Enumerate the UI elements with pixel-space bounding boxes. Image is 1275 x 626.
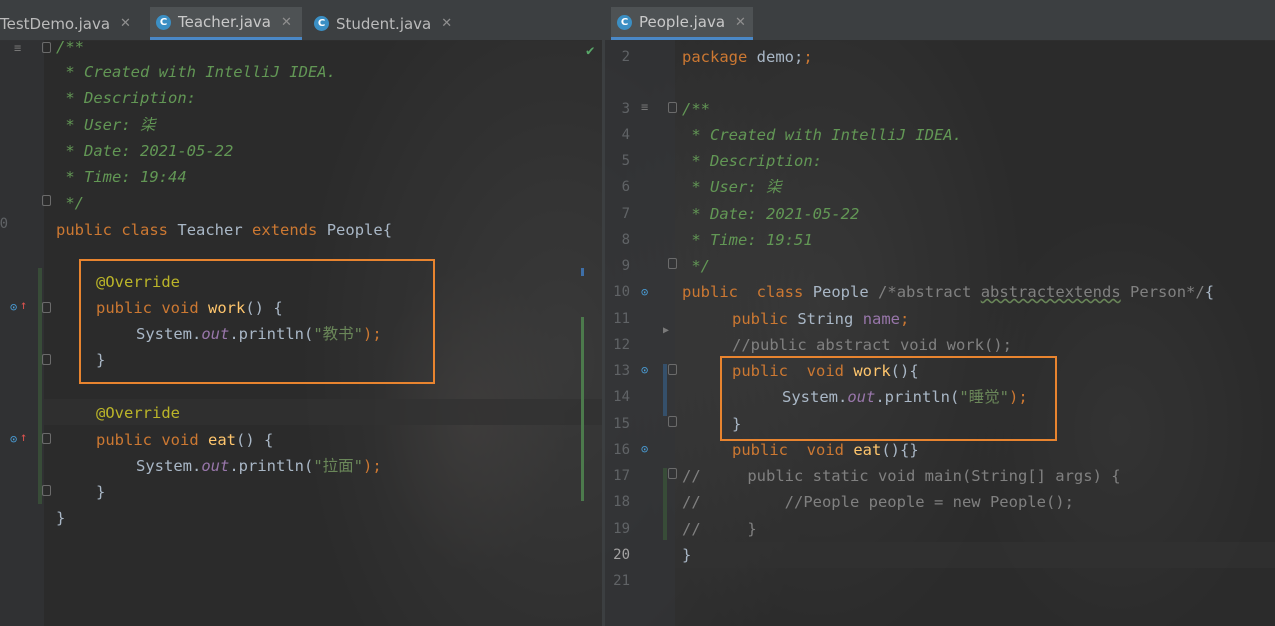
tab-people[interactable]: C People.java ✕ bbox=[611, 7, 753, 40]
change-marker bbox=[663, 364, 667, 416]
scrollbar-change-marker bbox=[581, 317, 584, 501]
doc-fold-icon[interactable]: ≡ bbox=[14, 41, 21, 55]
class-file-icon: C bbox=[617, 14, 632, 30]
fold-marker[interactable] bbox=[668, 468, 677, 479]
line-number: 13 bbox=[613, 363, 630, 379]
code-line: * Date: 2021-05-22 bbox=[682, 205, 860, 223]
line-number: 7 bbox=[621, 206, 630, 222]
highlight-box-work-method bbox=[720, 356, 1057, 441]
code-line-field: public String name; bbox=[732, 310, 910, 328]
line-number: 2 bbox=[621, 49, 630, 65]
code-line: * Created with IntelliJ IDEA. bbox=[682, 126, 962, 144]
caret-line-highlight bbox=[675, 542, 1275, 568]
change-marker bbox=[663, 468, 667, 540]
override-method-icon[interactable]: ⊙ bbox=[10, 300, 17, 314]
overridden-method-icon[interactable]: ⊙ bbox=[641, 363, 648, 377]
fold-marker[interactable] bbox=[668, 102, 677, 113]
fold-marker[interactable] bbox=[42, 485, 51, 496]
code-line: } bbox=[96, 483, 106, 501]
right-tab-bar: C People.java ✕ bbox=[605, 0, 1275, 41]
arrow-up-icon: ↑ bbox=[20, 298, 28, 312]
code-line: } bbox=[56, 509, 66, 527]
close-icon[interactable]: ✕ bbox=[441, 16, 452, 31]
code-line-package: package demo;; bbox=[682, 48, 813, 66]
tab-student[interactable]: C Student.java ✕ bbox=[308, 7, 458, 40]
close-icon[interactable]: ✕ bbox=[120, 16, 131, 31]
code-line: * Created with IntelliJ IDEA. bbox=[56, 63, 336, 81]
code-line: */ bbox=[56, 194, 84, 212]
line-number: 0 bbox=[0, 216, 8, 232]
code-line: } bbox=[682, 546, 692, 564]
line-number: 17 bbox=[613, 468, 630, 484]
implemented-icon[interactable]: ⊙ bbox=[641, 285, 648, 299]
line-number: 16 bbox=[613, 442, 630, 458]
line-number: 8 bbox=[621, 232, 630, 248]
doc-fold-icon[interactable]: ≡ bbox=[641, 100, 648, 114]
class-file-icon: C bbox=[156, 14, 171, 30]
close-icon[interactable]: ✕ bbox=[735, 15, 746, 30]
code-line: System.out.println("拉面"); bbox=[136, 457, 382, 475]
line-number: 18 bbox=[613, 494, 630, 510]
code-line: * Time: 19:51 bbox=[682, 231, 813, 249]
line-number: 6 bbox=[621, 179, 630, 195]
line-number: 4 bbox=[621, 127, 630, 143]
left-tab-bar: TestDemo.java ✕ C Teacher.java ✕ C Stude… bbox=[0, 0, 602, 41]
fold-marker[interactable] bbox=[668, 416, 677, 427]
line-number: 12 bbox=[613, 337, 630, 353]
line-number: 14 bbox=[613, 389, 630, 405]
tab-label: People.java bbox=[639, 13, 726, 31]
highlight-box-work-method bbox=[79, 259, 435, 384]
fold-marker[interactable] bbox=[42, 354, 51, 365]
code-line: * User: 柒 bbox=[56, 116, 156, 134]
line-number: 3 bbox=[621, 101, 630, 117]
fold-marker[interactable] bbox=[42, 302, 51, 313]
right-editor-pane: C People.java ✕ 2 3 4 5 6 7 8 9 10 11 12… bbox=[605, 0, 1275, 626]
overridden-method-icon[interactable]: ⊙ bbox=[641, 442, 648, 456]
code-line: * Description: bbox=[682, 152, 822, 170]
tab-teacher[interactable]: C Teacher.java ✕ bbox=[150, 7, 302, 40]
arrow-up-icon: ↑ bbox=[20, 430, 28, 444]
line-number: 11 bbox=[613, 311, 630, 327]
code-line: /** bbox=[682, 100, 710, 118]
code-line: * Description: bbox=[56, 89, 196, 107]
code-line-comment: // //People people = new People(); bbox=[682, 493, 1074, 511]
code-line-comment: // public static void main(String[] args… bbox=[682, 467, 1121, 485]
line-number: 5 bbox=[621, 153, 630, 169]
tab-label: Teacher.java bbox=[178, 13, 272, 31]
override-method-icon[interactable]: ⊙ bbox=[10, 432, 17, 446]
code-line: /** bbox=[56, 38, 84, 56]
fold-marker[interactable] bbox=[668, 364, 677, 375]
close-icon[interactable]: ✕ bbox=[281, 15, 292, 30]
scrollbar-marker bbox=[581, 268, 584, 276]
code-line: @Override bbox=[96, 404, 180, 422]
expand-arrow-icon[interactable]: ▶ bbox=[663, 324, 669, 338]
code-line-method-eat: public void eat() { bbox=[96, 431, 274, 449]
code-line: */ bbox=[682, 257, 710, 275]
tab-label: TestDemo.java bbox=[0, 14, 111, 33]
inspection-ok-icon[interactable]: ✔ bbox=[586, 44, 594, 58]
fold-marker[interactable] bbox=[42, 42, 51, 53]
tab-label: Student.java bbox=[336, 14, 432, 33]
line-number: 21 bbox=[613, 573, 630, 589]
line-number-current: 20 bbox=[613, 547, 630, 563]
code-line-comment: //public abstract void work(); bbox=[732, 336, 1012, 354]
line-number: 19 bbox=[613, 521, 630, 537]
left-editor-pane: TestDemo.java ✕ C Teacher.java ✕ C Stude… bbox=[0, 0, 602, 626]
code-line: * Time: 19:44 bbox=[56, 168, 187, 186]
code-line-comment: // } bbox=[682, 520, 757, 538]
line-number: 15 bbox=[613, 416, 630, 432]
code-line: * User: 柒 bbox=[682, 178, 782, 196]
fold-marker[interactable] bbox=[42, 195, 51, 206]
class-file-icon: C bbox=[314, 16, 329, 31]
line-number: 9 bbox=[621, 258, 630, 274]
code-line: * Date: 2021-05-22 bbox=[56, 142, 234, 160]
line-number: 10 bbox=[613, 284, 630, 300]
fold-marker[interactable] bbox=[668, 258, 677, 269]
code-line-class-decl: public class People /*abstract abstracte… bbox=[682, 283, 1215, 301]
code-line-class-decl: public class Teacher extends People{ bbox=[56, 221, 393, 239]
fold-marker[interactable] bbox=[42, 433, 51, 444]
